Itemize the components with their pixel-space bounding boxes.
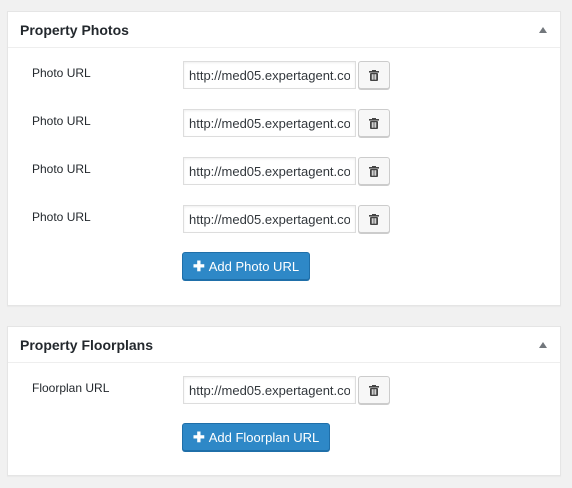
trash-icon: [369, 69, 379, 81]
collapse-arrow-icon[interactable]: [539, 342, 547, 348]
photo-url-input[interactable]: [183, 109, 356, 137]
property-floorplans-title: Property Floorplans: [20, 337, 154, 353]
photo-url-label: Photo URL: [32, 114, 91, 128]
delete-photo-button[interactable]: [358, 157, 390, 185]
photo-url-input[interactable]: [183, 205, 356, 233]
property-floorplans-header[interactable]: Property Floorplans: [8, 327, 560, 363]
collapse-arrow-icon[interactable]: [539, 27, 547, 33]
property-photos-box: Property Photos Photo URL Photo URL: [7, 11, 561, 306]
trash-icon: [369, 213, 379, 225]
property-photos-title: Property Photos: [20, 22, 129, 38]
photo-url-input[interactable]: [183, 157, 356, 185]
photo-url-input[interactable]: [183, 61, 356, 89]
trash-icon: [369, 165, 379, 177]
plus-icon: ✚: [193, 258, 205, 274]
plus-icon: ✚: [193, 429, 205, 445]
add-floorplan-url-button[interactable]: ✚ Add Floorplan URL: [182, 423, 331, 451]
photo-url-label: Photo URL: [32, 66, 91, 80]
photo-row: Photo URL: [8, 157, 560, 185]
delete-photo-button[interactable]: [358, 109, 390, 137]
delete-floorplan-button[interactable]: [358, 376, 390, 404]
property-floorplans-box: Property Floorplans Floorplan URL ✚ Add …: [7, 326, 561, 476]
floorplan-row: Floorplan URL: [8, 376, 560, 404]
add-photo-url-button[interactable]: ✚ Add Photo URL: [182, 252, 311, 280]
floorplan-url-label: Floorplan URL: [32, 381, 110, 395]
trash-icon: [369, 384, 379, 396]
photo-url-label: Photo URL: [32, 162, 91, 176]
photo-url-label: Photo URL: [32, 210, 91, 224]
add-floorplan-url-label: Add Floorplan URL: [208, 429, 320, 445]
delete-photo-button[interactable]: [358, 61, 390, 89]
floorplan-url-input[interactable]: [183, 376, 356, 404]
delete-photo-button[interactable]: [358, 205, 390, 233]
property-photos-header[interactable]: Property Photos: [8, 12, 560, 48]
trash-icon: [369, 117, 379, 129]
photo-row: Photo URL: [8, 61, 560, 89]
add-photo-url-label: Add Photo URL: [208, 258, 300, 274]
photo-row: Photo URL: [8, 109, 560, 137]
photo-row: Photo URL: [8, 205, 560, 233]
